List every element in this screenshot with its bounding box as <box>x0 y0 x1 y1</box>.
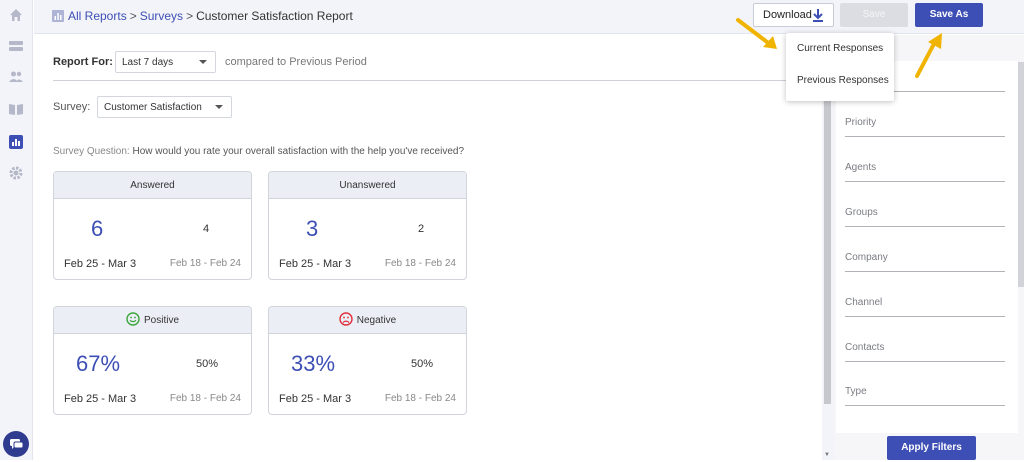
contacts-icon[interactable] <box>8 68 24 84</box>
compared-text: compared to Previous Period <box>225 56 367 68</box>
unanswered-card: Unanswered 3 2 Feb 25 - Mar 3 Feb 18 - F… <box>268 171 467 280</box>
current-range: Feb 25 - Mar 3 <box>64 393 137 405</box>
previous-range: Feb 18 - Feb 24 <box>169 258 241 269</box>
survey-question-label: Survey Question: <box>53 146 130 157</box>
reports-grid-icon <box>52 10 64 22</box>
download-icon <box>813 9 823 22</box>
home-icon[interactable] <box>8 7 24 23</box>
tickets-icon[interactable] <box>8 38 24 54</box>
card-title: Answered <box>54 172 251 199</box>
reports-icon[interactable] <box>8 134 24 150</box>
breadcrumb-separator: > <box>186 9 194 23</box>
save-button[interactable]: Save <box>840 3 908 27</box>
filter-agents[interactable]: Agents <box>845 162 1005 182</box>
negative-card: Negative 33% 50% Feb 25 - Mar 3 Feb 18 -… <box>268 306 467 415</box>
previous-value: 50% <box>411 358 434 370</box>
filter-type[interactable]: Type <box>845 386 1005 406</box>
sidebar <box>0 0 33 460</box>
breadcrumb-all-reports[interactable]: All Reports <box>68 9 127 23</box>
breadcrumb: All Reports > Surveys > Customer Satisfactio… <box>52 9 353 23</box>
frown-icon <box>339 312 353 326</box>
scrollbar-thumb[interactable] <box>824 64 831 404</box>
positive-card: Positive 67% 50% Feb 25 - Mar 3 Feb 18 -… <box>53 306 252 415</box>
current-range: Feb 25 - Mar 3 <box>279 393 352 405</box>
previous-value: 2 <box>418 223 425 235</box>
current-value: 33% <box>291 351 336 376</box>
previous-range: Feb 18 - Feb 24 <box>169 393 241 404</box>
survey-select[interactable]: Customer Satisfaction <box>97 96 232 118</box>
scroll-down-icon[interactable]: ▼ <box>824 452 830 458</box>
survey-select-value: Customer Satisfaction <box>104 102 202 113</box>
annotation-arrow-icon <box>736 18 777 49</box>
previous-value: 50% <box>196 358 219 370</box>
save-as-button[interactable]: Save As <box>915 3 983 27</box>
current-value: 3 <box>306 216 319 241</box>
previous-value: 4 <box>203 223 210 235</box>
divider <box>53 80 818 81</box>
apply-filters-button[interactable]: Apply Filters <box>887 436 976 460</box>
chevron-down-icon <box>199 60 207 64</box>
card-header: Negative <box>269 307 466 334</box>
survey-question: Survey Question: How would you rate your… <box>53 146 464 157</box>
settings-icon[interactable] <box>8 165 24 181</box>
report-for-label: Report For: <box>53 56 113 68</box>
previous-range: Feb 18 - Feb 24 <box>384 393 456 404</box>
filter-priority[interactable]: Priority <box>845 117 1005 137</box>
answered-card: Answered 6 4 Feb 25 - Mar 3 Feb 18 - Feb… <box>53 171 252 280</box>
chat-button[interactable] <box>3 431 29 457</box>
breadcrumb-separator: > <box>129 9 137 23</box>
period-select-value: Last 7 days <box>122 57 174 68</box>
knowledge-base-icon[interactable] <box>8 101 24 117</box>
chat-icon <box>10 439 24 449</box>
filter-groups[interactable]: Groups <box>845 207 1005 227</box>
annotation-arrow-icon <box>915 33 942 78</box>
breadcrumb-surveys[interactable]: Surveys <box>140 9 183 23</box>
survey-label: Survey: <box>53 101 91 113</box>
period-select[interactable]: Last 7 days <box>115 51 216 73</box>
smiley-icon <box>126 312 140 326</box>
download-menu: Current Responses Previous Responses <box>786 33 894 101</box>
filter-company[interactable]: Company <box>845 252 1005 272</box>
filters-scrollbar[interactable] <box>1018 62 1024 287</box>
chevron-down-icon <box>215 105 223 109</box>
card-title: Negative <box>356 315 397 326</box>
page-title: Customer Satisfaction Report <box>196 9 353 23</box>
card-title: Positive <box>143 315 179 326</box>
current-range: Feb 25 - Mar 3 <box>279 258 352 270</box>
current-value: 67% <box>76 351 121 376</box>
card-header: Positive <box>54 307 251 334</box>
current-range: Feb 25 - Mar 3 <box>64 258 137 270</box>
filter-contacts[interactable]: Contacts <box>845 342 1005 362</box>
card-title: Unanswered <box>269 172 466 199</box>
filter-channel[interactable]: Channel <box>845 297 1005 317</box>
menu-item-current-responses[interactable]: Current Responses <box>797 43 883 54</box>
current-value: 6 <box>91 216 104 241</box>
menu-item-previous-responses[interactable]: Previous Responses <box>797 75 889 86</box>
previous-range: Feb 18 - Feb 24 <box>384 258 456 269</box>
survey-question-text: How would you rate your overall satisfac… <box>132 146 465 157</box>
